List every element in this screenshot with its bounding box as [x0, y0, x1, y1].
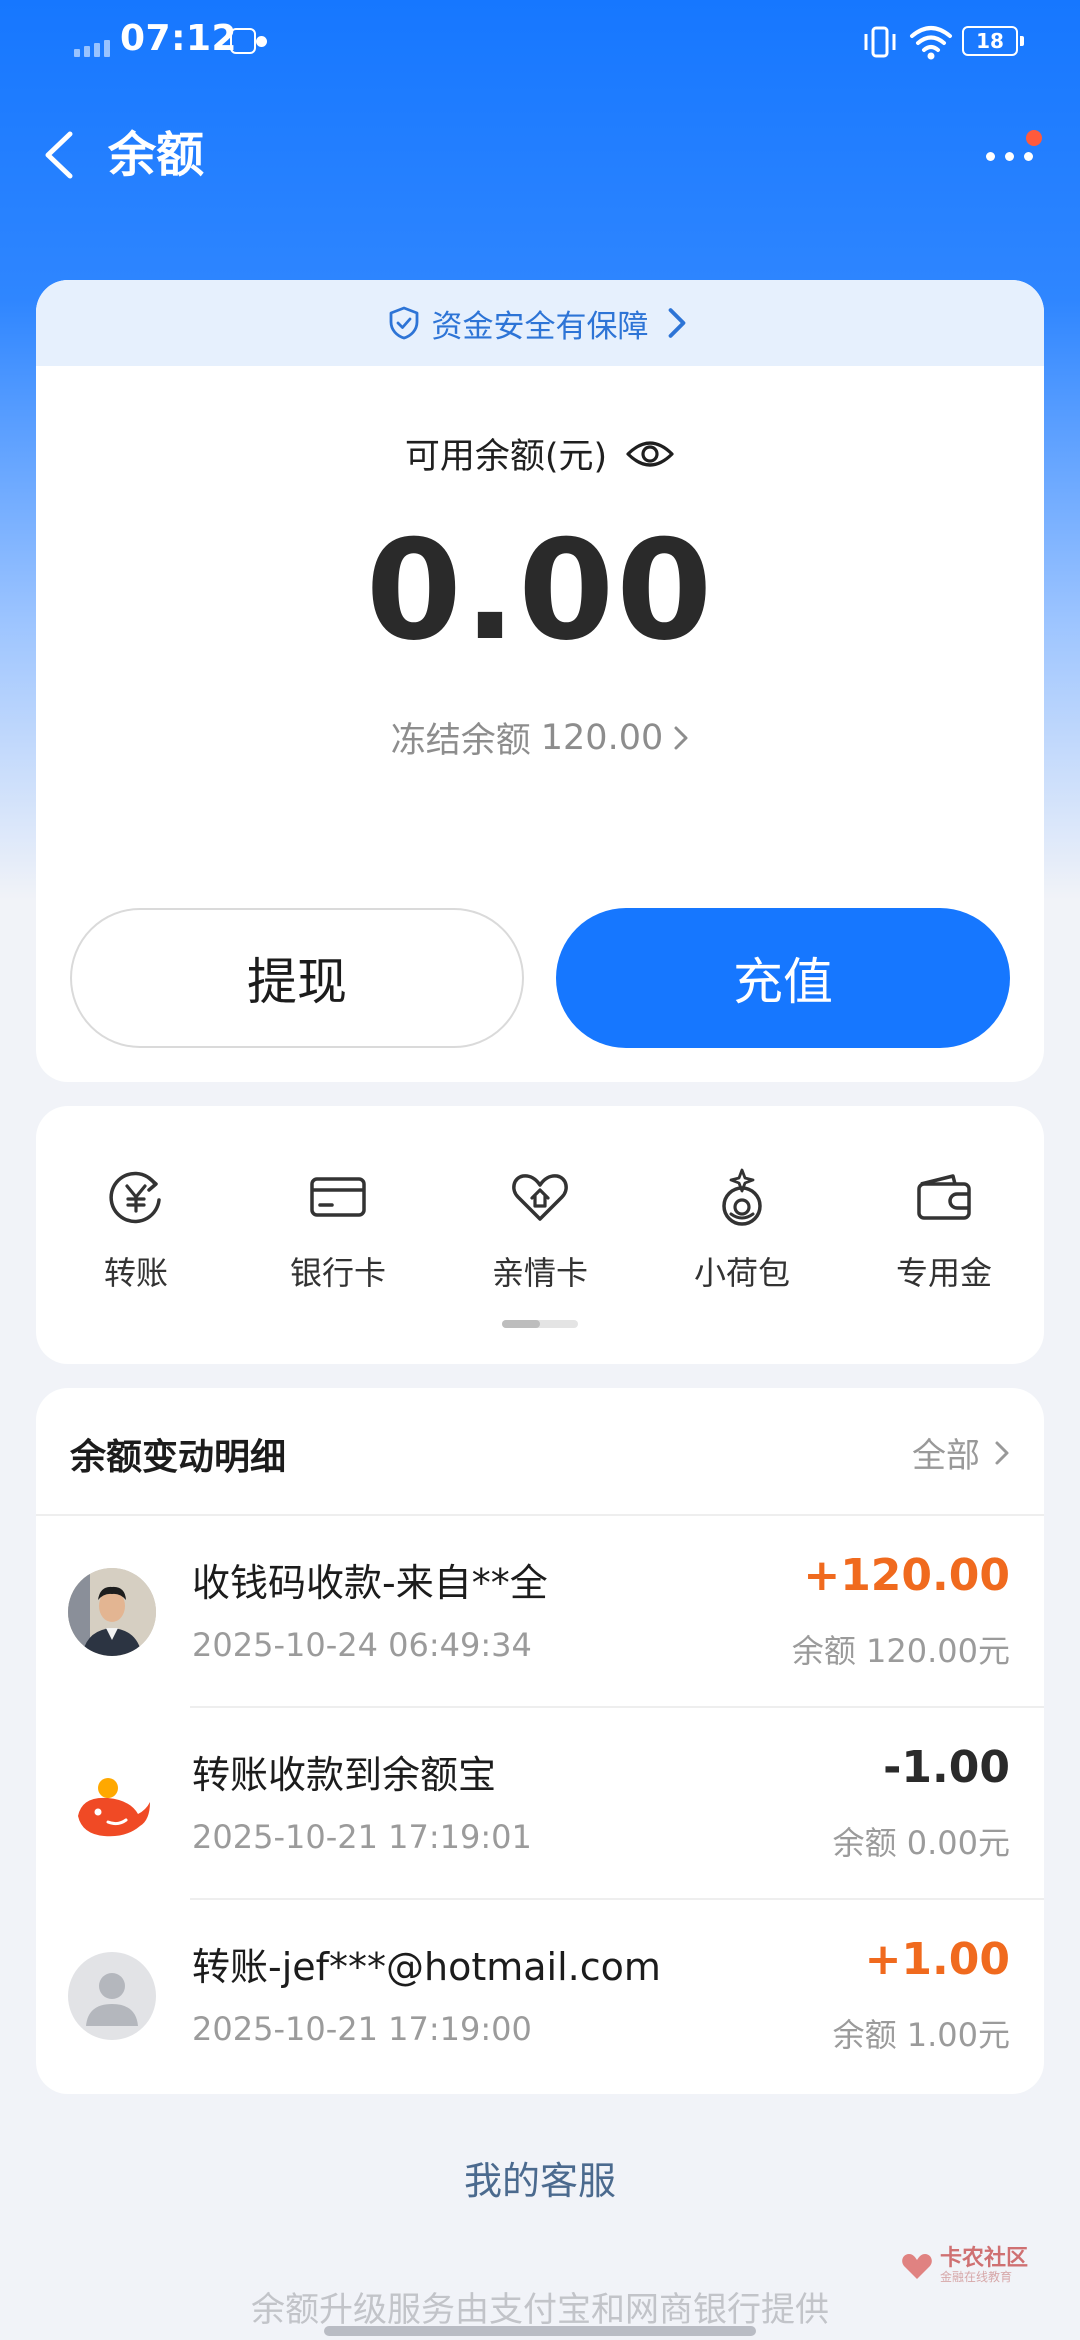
status-time: 07:12: [120, 18, 238, 59]
frozen-balance-amount: 120.00: [540, 717, 664, 758]
transaction-row[interactable]: 收钱码收款-来自**全 2025-10-24 06:49:34 +120.00 …: [36, 1516, 1044, 1708]
home-indicator[interactable]: [324, 2326, 756, 2336]
notification-dot-icon: [256, 36, 267, 47]
signal-icon: [74, 40, 110, 57]
transactions-filter-button[interactable]: 全部: [912, 1428, 1010, 1477]
transaction-row[interactable]: 转账收款到余额宝 2025-10-21 17:19:01 -1.00 余额 0.…: [36, 1708, 1044, 1900]
transaction-name: 转账收款到余额宝: [192, 1753, 497, 1797]
notification-app-icon: [230, 28, 256, 54]
shortcut-card: 转账 银行卡 亲情卡 小荷包 专用金: [36, 1106, 1044, 1364]
transactions-header: 余额变动明细 全部: [36, 1388, 1044, 1516]
safety-text: 资金安全有保障: [431, 308, 649, 345]
transaction-name: 收钱码收款-来自**全: [192, 1561, 548, 1605]
watermark-logo: 卡农社区 金融在线教育: [900, 2248, 1028, 2284]
shortcut-family-card[interactable]: 亲情卡: [450, 1166, 630, 1294]
shortcut-scroll-indicator: [502, 1320, 578, 1328]
transaction-time: 2025-10-21 17:19:01: [192, 1818, 532, 1856]
battery-icon: 18: [962, 26, 1024, 56]
status-bar: 07:12 18: [0, 0, 1080, 84]
page-title: 余额: [108, 127, 205, 183]
chevron-right-icon: [995, 1441, 1009, 1464]
transaction-amount: +120.00: [803, 1550, 1010, 1601]
transaction-balance-after: 余额 0.00元: [832, 1824, 1010, 1862]
more-button[interactable]: [976, 130, 1046, 180]
available-balance-row: 可用余额(元): [36, 428, 1044, 479]
shortcut-label: 银行卡: [289, 1254, 386, 1292]
transaction-balance-after: 余额 1.00元: [832, 2016, 1010, 2054]
transaction-row[interactable]: 转账-jef***@hotmail.com 2025-10-21 17:19:0…: [36, 1900, 1044, 2092]
wifi-icon: [910, 26, 952, 60]
small-purse-icon: [722, 1168, 762, 1226]
more-dots-icon: [986, 152, 1033, 161]
filter-label: 全部: [912, 1436, 980, 1476]
bank-card-icon: [310, 1177, 366, 1217]
recharge-button[interactable]: 充值: [556, 908, 1010, 1048]
vibrate-icon: [864, 26, 896, 58]
withdraw-button[interactable]: 提现: [70, 908, 524, 1048]
transaction-amount: -1.00: [883, 1742, 1010, 1793]
customer-service-link[interactable]: 我的客服: [0, 2150, 1080, 2205]
watermark-subtext: 金融在线教育: [940, 2270, 1013, 2284]
shortcut-label: 小荷包: [693, 1254, 790, 1292]
transaction-balance-after: 余额 120.00元: [791, 1632, 1010, 1670]
watermark-text: 卡农社区: [940, 2246, 1029, 2271]
available-balance-label: 可用余额(元): [404, 437, 608, 477]
wallet-icon: [917, 1174, 971, 1220]
chevron-right-icon: [668, 308, 685, 338]
frozen-balance-label: 冻结余额: [390, 721, 531, 761]
safety-banner[interactable]: 资金安全有保障: [36, 280, 1044, 366]
transaction-amount: +1.00: [864, 1934, 1010, 1985]
transactions-title: 余额变动明细: [70, 1437, 287, 1478]
shortcut-label: 专用金: [895, 1254, 992, 1292]
transactions-card: 余额变动明细 全部 收钱码收款-来自**全 2025-10-24 06:49:3…: [36, 1388, 1044, 2094]
shortcut-label: 亲情卡: [491, 1254, 588, 1292]
back-button[interactable]: [34, 122, 94, 188]
chevron-right-icon: [674, 726, 688, 749]
family-card-icon: [512, 1174, 568, 1221]
photo-avatar: [68, 1568, 156, 1656]
footer-note: 余额升级服务由支付宝和网商银行提供: [251, 2290, 829, 2330]
eye-icon[interactable]: [625, 438, 675, 470]
shortcut-transfer[interactable]: 转账: [46, 1166, 226, 1294]
shield-check-icon: [389, 306, 418, 340]
transaction-time: 2025-10-24 06:49:34: [192, 1626, 532, 1664]
default-user-avatar: [68, 1952, 156, 2040]
chevron-left-icon: [45, 131, 73, 179]
shortcut-special-fund[interactable]: 专用金: [854, 1166, 1034, 1294]
transaction-name: 转账-jef***@hotmail.com: [192, 1945, 661, 1989]
balance-card: 资金安全有保障 可用余额(元) 0.00 冻结余额 120.00 提现 充值: [36, 280, 1044, 1082]
shortcut-small-purse[interactable]: 小荷包: [652, 1166, 832, 1294]
frozen-balance-link[interactable]: 冻结余额 120.00: [36, 712, 1044, 763]
shortcut-label: 转账: [103, 1254, 168, 1292]
notification-badge: [1026, 130, 1042, 146]
available-balance-amount: 0.00: [365, 510, 715, 671]
transfer-yuan-icon: [109, 1171, 161, 1224]
shortcut-bank-card[interactable]: 银行卡: [248, 1166, 428, 1294]
yuebao-logo: [68, 1760, 156, 1848]
watermark-icon: [902, 2254, 932, 2279]
app-header: 余额: [0, 100, 1080, 210]
transaction-time: 2025-10-21 17:19:00: [192, 2010, 532, 2048]
